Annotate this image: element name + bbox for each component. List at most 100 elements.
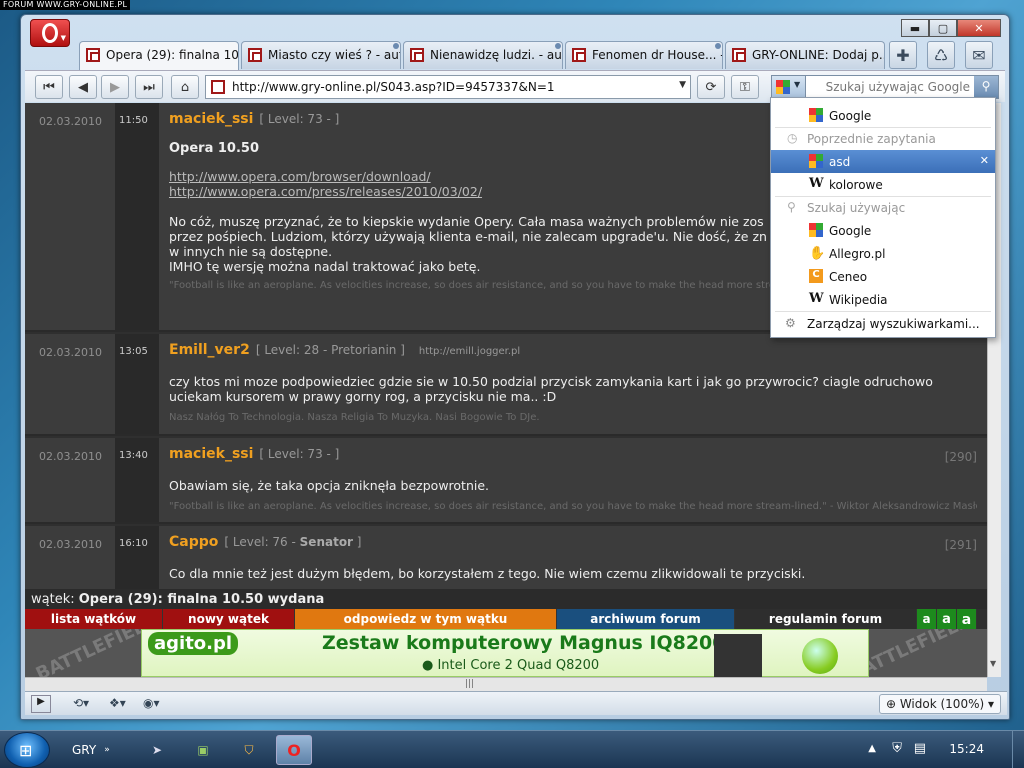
taskbar-clock[interactable]: 15:24: [949, 742, 984, 756]
new-tab-button[interactable]: ✚: [889, 41, 917, 69]
tray-expand-icon[interactable]: ▲: [868, 743, 876, 754]
gry-online-favicon-icon: [410, 48, 424, 62]
tab-nienawidze[interactable]: Nienawidzę ludzi. - aut...: [403, 41, 563, 69]
envelope-icon: ✉: [972, 45, 986, 65]
windows-taskbar: ⊞ GRY » ➤ ▣ ⛉ O ▲ ⛨ ▤ 15:24: [0, 730, 1024, 768]
post-link[interactable]: http://www.opera.com/press/releases/2010…: [169, 184, 482, 199]
dropdown-google[interactable]: Google: [771, 104, 995, 127]
key-icon: ⚿: [740, 79, 750, 95]
taskbar-quicklaunch-1[interactable]: ➤: [140, 735, 174, 765]
trash-button[interactable]: ♺: [927, 41, 955, 69]
panel-button[interactable]: ✉: [965, 41, 993, 69]
dropdown-history-kolorowe[interactable]: Wkolorowe: [771, 173, 995, 196]
windows-logo-icon: ⊞: [19, 741, 33, 760]
gry-online-favicon-icon: [248, 48, 262, 62]
menu-rules[interactable]: regulamin forum: [735, 609, 917, 629]
post-link[interactable]: http://www.opera.com/browser/download/: [169, 169, 431, 184]
trash-icon: ♺: [933, 45, 949, 65]
dropdown-manage-engines[interactable]: ⚙ Zarządzaj wyszukiwarkami...: [771, 312, 995, 335]
menu-thread-list[interactable]: lista wątków: [25, 609, 163, 629]
unite-button[interactable]: ❖▾: [109, 696, 126, 710]
tab-loading-indicator-icon: [555, 43, 561, 49]
post-username[interactable]: maciek_ssi: [169, 111, 253, 127]
dropdown-label: Wikipedia: [829, 293, 888, 307]
taskbar-opera[interactable]: O: [276, 735, 312, 765]
dropdown-engine-allegro[interactable]: ✋ Allegro.pl: [771, 242, 995, 265]
tab-label: Opera (29): finalna 10.5...: [106, 48, 239, 62]
forward-button[interactable]: ▶: [101, 75, 129, 99]
thread-title: Opera (29): finalna 10.50 wydana: [78, 592, 325, 607]
font-size-medium-button[interactable]: a: [937, 609, 957, 629]
turbo-icon: ◉▾: [143, 696, 160, 710]
start-button[interactable]: ⊞: [4, 732, 50, 768]
font-size-large-button[interactable]: a: [957, 609, 977, 629]
menu-new-thread[interactable]: nowy wątek: [163, 609, 295, 629]
close-button[interactable]: ✕: [957, 19, 1001, 37]
post-date: 02.03.2010: [39, 538, 102, 551]
tab-opera[interactable]: Opera (29): finalna 10.5...: [79, 41, 239, 71]
post-date: 02.03.2010: [39, 115, 102, 128]
taskbar-gry-toolbar[interactable]: GRY »: [54, 735, 134, 765]
post-username[interactable]: maciek_ssi: [169, 446, 253, 462]
font-size-small-button[interactable]: a: [917, 609, 937, 629]
ad-banner[interactable]: BATTLEFIELD BATTLEFIELD agito.pl Zestaw …: [25, 629, 987, 677]
menu-archive[interactable]: archiwum forum: [557, 609, 735, 629]
tab-label: Fenomen dr House... - ...: [592, 48, 722, 62]
zoom-control[interactable]: ⊕ Widok (100%) ▾: [878, 694, 1001, 714]
taskbar-quicklaunch-2[interactable]: ▣: [186, 735, 220, 765]
reload-button[interactable]: ⟳: [697, 75, 725, 99]
dropdown-engine-ceneo[interactable]: C Ceneo: [771, 265, 995, 288]
horizontal-scrollbar[interactable]: |||: [25, 677, 987, 691]
fast-forward-button[interactable]: ⏭: [135, 75, 163, 99]
ad-brand: agito.pl: [148, 632, 239, 655]
network-icon[interactable]: ▤: [914, 741, 926, 756]
magnifier-icon: ⊕: [885, 697, 896, 711]
tab-fenomen[interactable]: Fenomen dr House... - ...: [565, 41, 723, 69]
dropdown-engine-wikipedia[interactable]: W Wikipedia: [771, 288, 995, 311]
search-engine-selector[interactable]: ▼: [772, 76, 806, 98]
post-text: Co dla mnie też jest dużym błędem, bo ko…: [169, 566, 806, 581]
tab-label: Miasto czy wieś ? - aut...: [268, 48, 401, 62]
address-field[interactable]: http://www.gry-online.pl/S043.asp?ID=945…: [205, 75, 691, 99]
panel-toggle-button[interactable]: ▶: [31, 695, 51, 713]
tab-miasto[interactable]: Miasto czy wieś ? - aut...: [241, 41, 401, 69]
show-desktop-button[interactable]: [1012, 731, 1024, 768]
ad-creative[interactable]: agito.pl Zestaw komputerowy Magnus IQ820…: [141, 629, 869, 677]
tab-loading-indicator-icon: [393, 43, 399, 49]
delete-history-icon[interactable]: ✕: [980, 154, 989, 167]
taskbar-quicklaunch-3[interactable]: ⛉: [232, 735, 266, 765]
taskbar-gry-label: GRY: [72, 743, 97, 757]
watermark: FORUM WWW.GRY-ONLINE.PL: [0, 0, 131, 10]
scroll-down-icon[interactable]: ▼: [990, 659, 996, 668]
action-center-icon[interactable]: ⛨: [892, 741, 902, 756]
pc-tower-icon: [714, 634, 762, 677]
level-prefix: [ Level: 76 -: [224, 535, 300, 549]
game-icon: ▣: [197, 743, 209, 757]
search-suggestions-dropdown: Google ◷ Poprzednie zapytania asd ✕ Wkolor…: [770, 97, 996, 338]
home-button[interactable]: ⌂: [171, 75, 199, 99]
post-username[interactable]: Emill_ver2: [169, 342, 250, 358]
sync-button[interactable]: ⟲▾: [73, 696, 89, 710]
search-go-button[interactable]: ⚲: [974, 76, 998, 98]
back-button[interactable]: ◀: [69, 75, 97, 99]
google-icon: [809, 223, 823, 237]
menu-reply[interactable]: odpowiedz w tym wątku: [295, 609, 557, 629]
rewind-button[interactable]: ⏮: [35, 75, 63, 99]
search-placeholder: Szukaj używając Google: [825, 80, 970, 94]
scroll-grip-icon[interactable]: |||: [465, 679, 474, 689]
post-username[interactable]: Cappo: [169, 534, 218, 550]
minimize-button[interactable]: ▬: [901, 19, 929, 37]
maximize-button[interactable]: ▢: [929, 19, 957, 37]
wikipedia-icon: W: [809, 176, 824, 191]
search-field[interactable]: ▼ Szukaj używając Google ⚲: [771, 75, 999, 99]
dropdown-history-asd[interactable]: asd ✕: [771, 150, 995, 173]
post-homepage-link[interactable]: http://emill.jogger.pl: [419, 346, 520, 357]
wand-button[interactable]: ⚿: [731, 75, 759, 99]
opera-menu-button[interactable]: ▼: [30, 19, 70, 47]
chevron-down-icon[interactable]: ▼: [679, 80, 686, 90]
ad-headline: Zestaw komputerowy Magnus IQ8200GT: [322, 632, 754, 654]
tab-gry-online[interactable]: GRY-ONLINE: Dodaj p...: [725, 41, 885, 69]
dropdown-engine-google[interactable]: Google: [771, 219, 995, 242]
turbo-button[interactable]: ◉▾: [143, 696, 160, 710]
clock-icon: ◷: [787, 131, 798, 145]
